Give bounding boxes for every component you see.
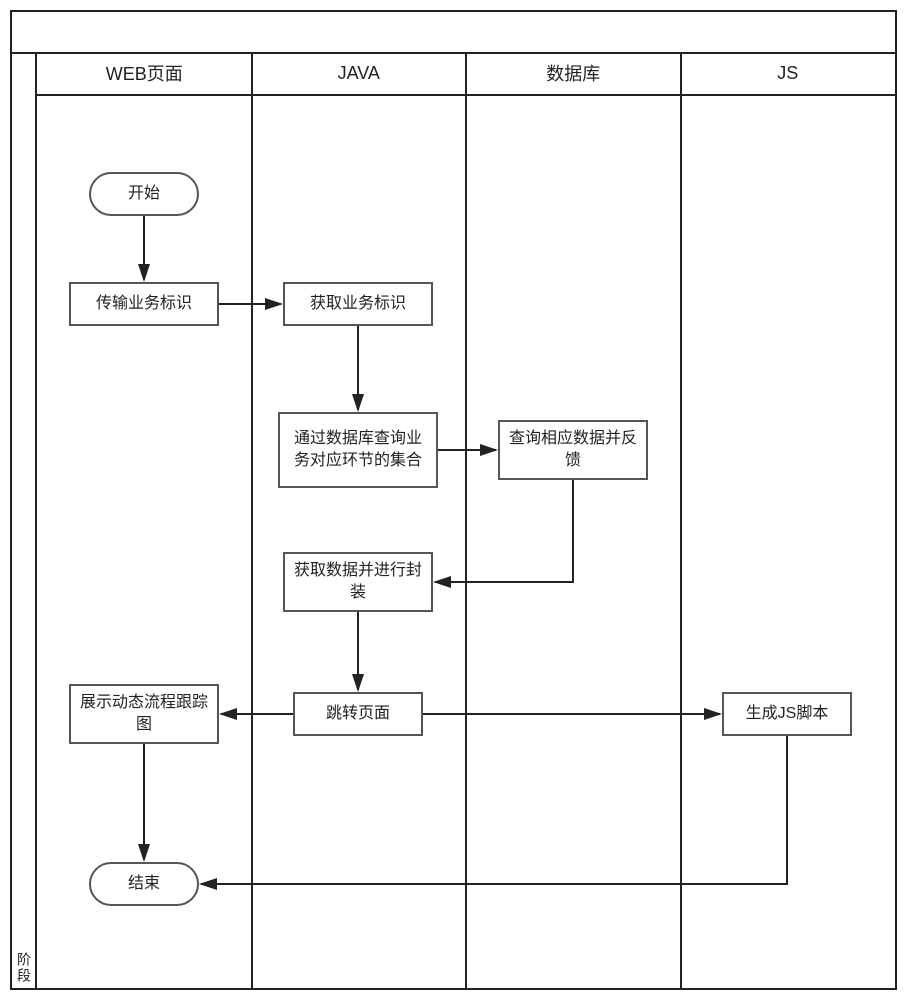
process-transmit-id: 传输业务标识 xyxy=(69,282,219,326)
process-get-id: 获取业务标识 xyxy=(283,282,433,326)
process-show-flow: 展示动态流程跟踪图 xyxy=(69,684,219,744)
phase-column: 阶段 xyxy=(12,52,37,990)
title-bar xyxy=(12,12,895,54)
process-query-collection: 通过数据库查询业务对应环节的集合 xyxy=(278,412,438,488)
lane-header-web: WEB页面 xyxy=(37,52,252,96)
lane-header-java: JAVA xyxy=(252,52,467,96)
lane-divider xyxy=(465,52,467,990)
process-gen-js: 生成JS脚本 xyxy=(722,692,852,736)
phase-label: 阶段 xyxy=(14,952,34,984)
swimlane-diagram: 阶段 WEB页面 JAVA 数据库 JS 开始 传输业务标识 获取业务标识 通过… xyxy=(0,0,907,1000)
lane-header-db: 数据库 xyxy=(466,52,681,96)
lane-header-js: JS xyxy=(681,52,896,96)
process-redirect: 跳转页面 xyxy=(293,692,423,736)
start-terminator: 开始 xyxy=(89,172,199,216)
swimlanes: WEB页面 JAVA 数据库 JS 开始 传输业务标识 获取业务标识 通过数据库… xyxy=(37,52,895,990)
process-db-query: 查询相应数据并反馈 xyxy=(498,420,648,480)
process-encapsulate: 获取数据并进行封装 xyxy=(283,552,433,612)
lane-area: 阶段 WEB页面 JAVA 数据库 JS 开始 传输业务标识 获取业务标识 通过… xyxy=(12,52,895,990)
lane-divider xyxy=(680,52,682,990)
lane-divider xyxy=(251,52,253,990)
diagram-frame: 阶段 WEB页面 JAVA 数据库 JS 开始 传输业务标识 获取业务标识 通过… xyxy=(10,10,897,990)
end-terminator: 结束 xyxy=(89,862,199,906)
